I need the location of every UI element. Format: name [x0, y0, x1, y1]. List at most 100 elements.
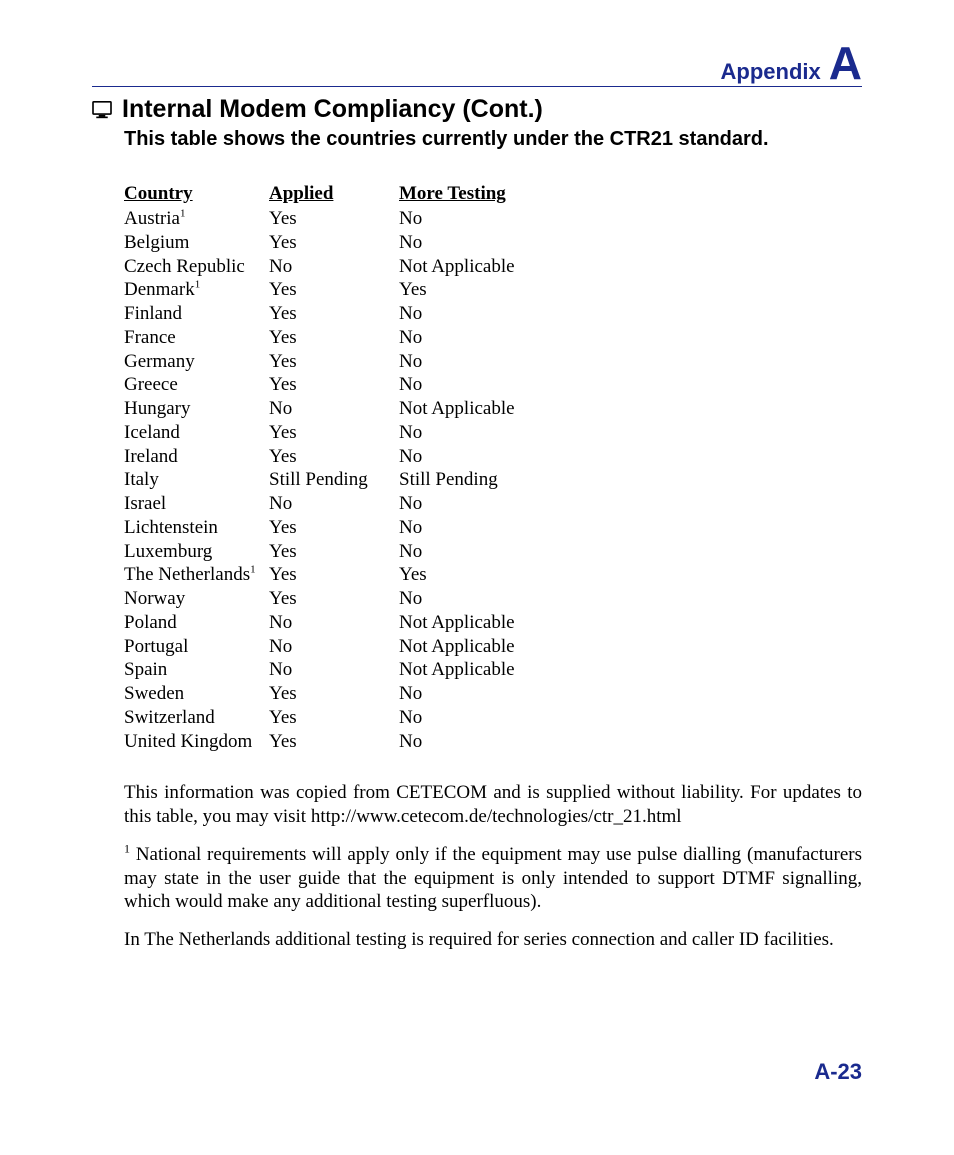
cell-applied: No: [269, 635, 399, 659]
cell-country: Sweden: [124, 682, 269, 706]
table-row: IrelandYesNo: [124, 445, 599, 469]
cell-more-testing: Not Applicable: [399, 397, 599, 421]
table-row: SpainNoNot Applicable: [124, 658, 599, 682]
cell-more-testing: No: [399, 302, 599, 326]
cell-country: The Netherlands1: [124, 563, 269, 587]
footnote-paragraph: 1 National requirements will apply only …: [124, 843, 862, 914]
cell-applied: Yes: [269, 706, 399, 730]
cell-more-testing: No: [399, 231, 599, 255]
table-row: FranceYesNo: [124, 326, 599, 350]
table-row: United KingdomYesNo: [124, 730, 599, 754]
monitor-icon: [92, 101, 112, 119]
cell-applied: Yes: [269, 516, 399, 540]
section-title: Internal Modem Compliancy (Cont.): [122, 95, 543, 124]
cell-country: Ireland: [124, 445, 269, 469]
cell-more-testing: Yes: [399, 278, 599, 302]
cell-applied: No: [269, 611, 399, 635]
cell-country: Norway: [124, 587, 269, 611]
cell-country: Germany: [124, 350, 269, 374]
cell-country: Hungary: [124, 397, 269, 421]
cell-more-testing: No: [399, 682, 599, 706]
appendix-header: Appendix A: [92, 40, 862, 87]
netherlands-paragraph: In The Netherlands additional testing is…: [124, 928, 862, 952]
cell-more-testing: No: [399, 373, 599, 397]
table-row: Austria1YesNo: [124, 207, 599, 231]
table-row: SwedenYesNo: [124, 682, 599, 706]
table-row: GreeceYesNo: [124, 373, 599, 397]
table-row: Denmark1YesYes: [124, 278, 599, 302]
cell-more-testing: Not Applicable: [399, 611, 599, 635]
table-row: The Netherlands1YesYes: [124, 563, 599, 587]
table-row: LuxemburgYesNo: [124, 540, 599, 564]
cell-applied: Yes: [269, 278, 399, 302]
cell-country: Italy: [124, 468, 269, 492]
cell-applied: No: [269, 492, 399, 516]
cell-more-testing: No: [399, 730, 599, 754]
cell-applied: Yes: [269, 326, 399, 350]
th-more-testing: More Testing: [399, 183, 599, 207]
cell-country: Spain: [124, 658, 269, 682]
th-country: Country: [124, 183, 269, 207]
cell-more-testing: Not Applicable: [399, 635, 599, 659]
table-row: IcelandYesNo: [124, 421, 599, 445]
cell-applied: Yes: [269, 421, 399, 445]
cell-applied: Yes: [269, 231, 399, 255]
cell-applied: No: [269, 658, 399, 682]
cell-more-testing: No: [399, 207, 599, 231]
cell-more-testing: Still Pending: [399, 468, 599, 492]
cell-more-testing: No: [399, 516, 599, 540]
appendix-letter: A: [829, 40, 862, 86]
cell-country: Lichtenstein: [124, 516, 269, 540]
cell-country: Switzerland: [124, 706, 269, 730]
cell-country: Luxemburg: [124, 540, 269, 564]
cell-applied: Yes: [269, 373, 399, 397]
cell-country: Iceland: [124, 421, 269, 445]
table-row: FinlandYesNo: [124, 302, 599, 326]
cell-country: Poland: [124, 611, 269, 635]
cell-more-testing: Yes: [399, 563, 599, 587]
info-paragraph: This information was copied from CETECOM…: [124, 781, 862, 829]
table-row: HungaryNoNot Applicable: [124, 397, 599, 421]
cell-more-testing: No: [399, 587, 599, 611]
table-row: BelgiumYesNo: [124, 231, 599, 255]
table-row: LichtensteinYesNo: [124, 516, 599, 540]
cell-more-testing: No: [399, 326, 599, 350]
cell-applied: Yes: [269, 587, 399, 611]
cell-applied: Yes: [269, 682, 399, 706]
cell-country: Denmark1: [124, 278, 269, 302]
cell-applied: Yes: [269, 302, 399, 326]
cell-more-testing: Not Applicable: [399, 658, 599, 682]
cell-more-testing: No: [399, 445, 599, 469]
appendix-label: Appendix: [721, 59, 821, 85]
section-subtitle: This table shows the countries currently…: [124, 128, 862, 151]
compliance-table: Country Applied More Testing Austria1Yes…: [124, 183, 599, 753]
table-row: NorwayYesNo: [124, 587, 599, 611]
cell-applied: Yes: [269, 730, 399, 754]
cell-country: Greece: [124, 373, 269, 397]
table-row: PortugalNoNot Applicable: [124, 635, 599, 659]
cell-applied: Yes: [269, 540, 399, 564]
table-row: IsraelNoNo: [124, 492, 599, 516]
cell-country: Portugal: [124, 635, 269, 659]
cell-country: United Kingdom: [124, 730, 269, 754]
cell-country: Belgium: [124, 231, 269, 255]
th-applied: Applied: [269, 183, 399, 207]
table-row: PolandNoNot Applicable: [124, 611, 599, 635]
cell-country: France: [124, 326, 269, 350]
cell-applied: Yes: [269, 563, 399, 587]
cell-applied: Yes: [269, 445, 399, 469]
cell-applied: Still Pending: [269, 468, 399, 492]
cell-applied: No: [269, 397, 399, 421]
cell-country: Finland: [124, 302, 269, 326]
page-number: A-23: [814, 1059, 862, 1085]
cell-more-testing: No: [399, 350, 599, 374]
table-row: GermanyYesNo: [124, 350, 599, 374]
table-row: ItalyStill PendingStill Pending: [124, 468, 599, 492]
cell-country: Czech Republic: [124, 255, 269, 279]
table-row: SwitzerlandYesNo: [124, 706, 599, 730]
table-row: Czech RepublicNoNot Applicable: [124, 255, 599, 279]
cell-applied: Yes: [269, 207, 399, 231]
cell-applied: Yes: [269, 350, 399, 374]
cell-more-testing: No: [399, 421, 599, 445]
section-title-row: Internal Modem Compliancy (Cont.): [92, 95, 862, 124]
